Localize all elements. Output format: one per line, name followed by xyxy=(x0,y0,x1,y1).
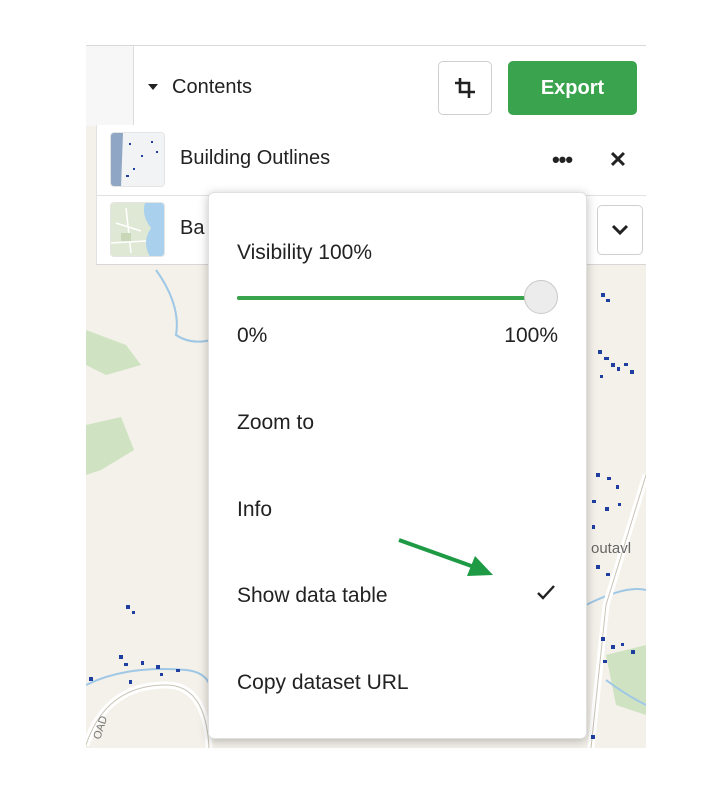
contents-label: Contents xyxy=(172,75,253,98)
close-icon[interactable]: ✕ xyxy=(603,145,633,175)
building-outlines-thumbnail xyxy=(110,132,165,187)
menu-item-label: Info xyxy=(237,498,273,521)
contents-toggle[interactable]: Contents xyxy=(148,72,252,102)
checkmark-icon xyxy=(537,585,555,600)
layer-name: Building Outlines xyxy=(180,147,331,169)
chevron-down-icon xyxy=(611,224,629,236)
visibility-slider[interactable] xyxy=(237,296,542,300)
visibility-slider-fill xyxy=(237,296,542,300)
slider-min-label: 0% xyxy=(237,324,268,347)
menu-item-label: Copy dataset URL xyxy=(237,671,409,694)
visibility-label: Visibility 100% xyxy=(237,241,373,264)
expand-button[interactable] xyxy=(597,205,643,255)
menu-item-copy-dataset-url[interactable]: Copy dataset URL xyxy=(209,653,586,713)
top-toolbar: Contents Export xyxy=(86,45,646,126)
visibility-slider-thumb[interactable] xyxy=(524,280,558,314)
slider-max-label: 100% xyxy=(504,324,558,347)
crop-button[interactable] xyxy=(438,61,492,115)
place-label: outavl xyxy=(591,540,631,557)
caret-down-icon xyxy=(148,84,158,90)
menu-item-label: Show data table xyxy=(237,584,388,607)
annotation-arrow-icon xyxy=(398,538,493,576)
layer-options-menu: Visibility 100% 0% 100% Zoom to Info Sho… xyxy=(208,192,587,739)
basemap-thumbnail xyxy=(110,202,165,257)
menu-item-label: Zoom to xyxy=(237,411,315,434)
layer-name: Ba xyxy=(180,217,205,239)
layer-row-building-outlines[interactable]: Building Outlines ••• ✕ xyxy=(97,125,646,196)
export-button[interactable]: Export xyxy=(508,61,637,115)
menu-item-zoom-to[interactable]: Zoom to xyxy=(209,393,586,453)
crop-icon xyxy=(455,78,475,98)
toolbar-left-panel xyxy=(86,46,134,126)
more-options-icon[interactable]: ••• xyxy=(547,145,577,175)
